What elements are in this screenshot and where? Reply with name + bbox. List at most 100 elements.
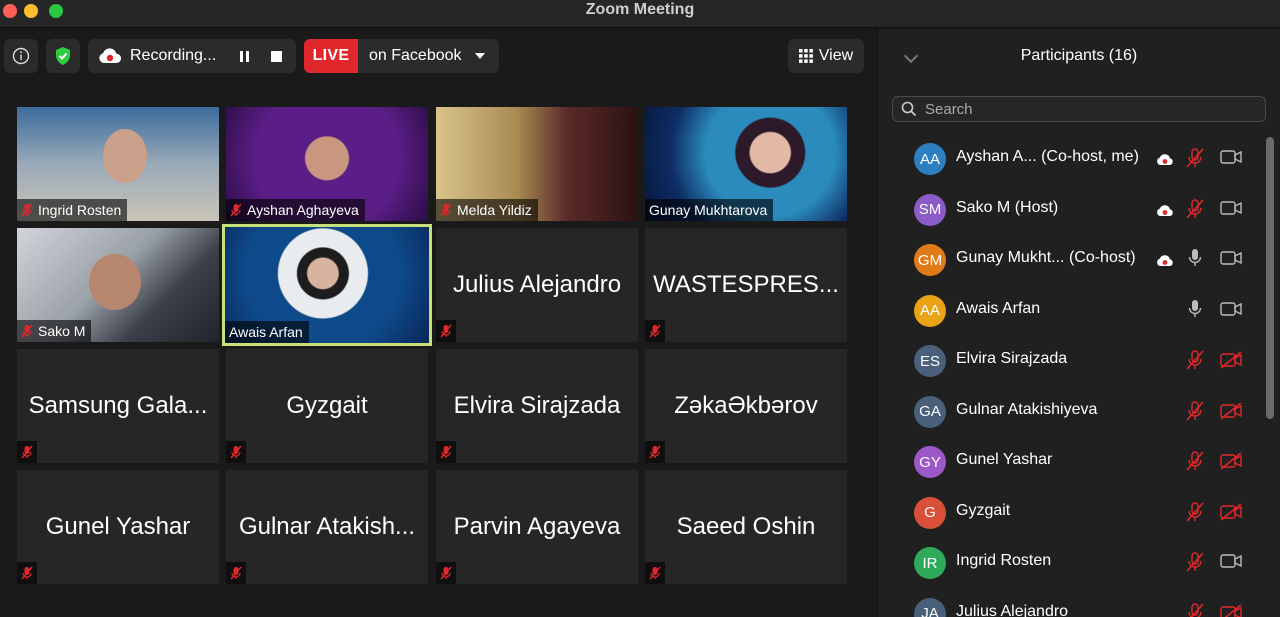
participant-row[interactable]: ES Elvira Sirajzada: [878, 335, 1263, 385]
participant-name: Gunel Yashar: [45, 513, 191, 540]
tile-name-label: Melda Yildiz: [436, 199, 538, 221]
name-tile[interactable]: Julius Alejandro: [436, 228, 638, 342]
participant-row[interactable]: G Gyzgait: [878, 487, 1263, 537]
avatar: AA: [914, 294, 946, 327]
meeting-area: Recording... LIVE on Facebook View Ingri…: [0, 29, 876, 617]
mic-muted-icon: [17, 562, 37, 584]
chevron-down-icon[interactable]: [474, 53, 485, 59]
cloud-recording-icon: [1156, 153, 1174, 171]
mic-muted-icon[interactable]: [1184, 400, 1206, 427]
participant-row[interactable]: SM Sako M (Host): [878, 184, 1263, 234]
name-tile[interactable]: WASTESPRES...: [645, 228, 847, 342]
grid-view-icon: [798, 49, 813, 63]
mic-muted-icon: [436, 441, 456, 463]
participant-name: Elvira Sirajzada: [453, 392, 621, 419]
participant-name: Gunay Mukht... (Co-host): [956, 249, 1136, 266]
camera-icon[interactable]: [1220, 553, 1242, 574]
avatar: GM: [914, 244, 946, 276]
camera-off-icon[interactable]: [1220, 401, 1244, 425]
view-label: View: [818, 47, 854, 64]
participant-name: Samsung Gala...: [28, 392, 208, 419]
search-input[interactable]: [925, 100, 1245, 118]
participant-name: Gulnar Atakishiyeva: [956, 400, 1098, 418]
camera-off-icon[interactable]: [1220, 603, 1244, 617]
camera-off-icon[interactable]: [1220, 351, 1244, 374]
camera-off-icon[interactable]: [1220, 502, 1244, 526]
name-tile[interactable]: Saeed Oshin: [645, 470, 847, 584]
live-stream-indicator[interactable]: LIVE on Facebook: [304, 39, 499, 73]
tile-name-label: Gunay Mukhtarova: [645, 199, 774, 221]
mic-muted-icon[interactable]: [1184, 147, 1206, 174]
recording-indicator[interactable]: Recording...: [88, 39, 296, 73]
live-target-label: on Facebook: [369, 47, 462, 64]
participant-row[interactable]: AA Awais Arfan: [878, 285, 1263, 335]
name-tile[interactable]: Parvin Agayeva: [436, 470, 638, 584]
camera-icon[interactable]: [1220, 149, 1242, 170]
mic-icon[interactable]: [1188, 248, 1202, 273]
name-tile[interactable]: Gulnar Atakish...: [226, 470, 428, 584]
camera-icon[interactable]: [1220, 301, 1242, 322]
title-bar: Zoom Meeting: [0, 0, 1280, 28]
mic-muted-icon[interactable]: [1184, 450, 1206, 477]
participant-name: Ayshan A... (Co-host, me): [956, 148, 1139, 165]
mic-muted-icon: [645, 441, 665, 463]
video-tile[interactable]: Ingrid Rosten: [17, 107, 219, 221]
avatar: ES: [914, 345, 946, 377]
mic-muted-icon: [440, 203, 452, 217]
mic-muted-icon: [436, 562, 456, 584]
video-tile[interactable]: Ayshan Aghayeva: [226, 107, 428, 221]
participant-name: Awais Arfan: [956, 299, 1041, 317]
participant-list-scrollbar[interactable]: [1266, 137, 1274, 419]
name-tile[interactable]: ZəkaƏkbərov: [645, 349, 847, 463]
mic-muted-icon: [436, 320, 456, 342]
participant-row[interactable]: GM Gunay Mukht... (Co-host): [878, 234, 1263, 284]
participant-search[interactable]: [892, 96, 1266, 122]
pause-recording-button[interactable]: [240, 50, 249, 62]
participant-name: Ingrid Rosten: [956, 552, 1052, 569]
meeting-info-button[interactable]: [4, 39, 38, 73]
avatar: GY: [914, 446, 946, 478]
mic-muted-icon: [21, 203, 33, 217]
view-button[interactable]: View: [788, 39, 864, 73]
video-tile[interactable]: Gunay Mukhtarova: [645, 107, 847, 221]
info-icon: [12, 47, 30, 65]
video-tile[interactable]: Melda Yildiz: [436, 107, 638, 221]
participants-title: Participants (16): [1020, 47, 1138, 64]
participant-name: Saeed Oshin: [676, 513, 816, 540]
participant-name: Gyzgait: [956, 501, 1011, 519]
name-tile[interactable]: Gunel Yashar: [17, 470, 219, 584]
participants-panel: Participants (16) AA Ayshan A... (Co-host…: [877, 29, 1280, 617]
mic-muted-icon[interactable]: [1184, 198, 1206, 225]
mic-muted-icon[interactable]: [1184, 501, 1206, 528]
camera-icon[interactable]: [1220, 250, 1242, 271]
mic-muted-icon: [645, 562, 665, 584]
mic-muted-icon: [645, 320, 665, 342]
avatar: SM: [914, 193, 946, 226]
mic-muted-icon: [226, 441, 246, 463]
security-button[interactable]: [46, 39, 80, 73]
mic-muted-icon[interactable]: [1184, 551, 1206, 578]
mic-muted-icon[interactable]: [1184, 349, 1206, 376]
mic-icon[interactable]: [1188, 299, 1202, 324]
name-tile[interactable]: Elvira Sirajzada: [436, 349, 638, 463]
camera-off-icon[interactable]: [1220, 452, 1244, 475]
avatar: AA: [914, 143, 946, 175]
stop-recording-button[interactable]: [271, 50, 282, 62]
video-tile[interactable]: Sako M: [17, 228, 219, 342]
active-speaker-tile[interactable]: Awais Arfan: [222, 224, 432, 346]
mic-muted-icon[interactable]: [1184, 602, 1206, 617]
participant-row[interactable]: AA Ayshan A... (Co-host, me): [878, 133, 1263, 183]
name-tile[interactable]: Gyzgait: [226, 349, 428, 463]
avatar: IR: [914, 547, 946, 579]
participant-row[interactable]: GY Gunel Yashar: [878, 436, 1263, 486]
camera-icon[interactable]: [1220, 200, 1242, 221]
name-tile[interactable]: Samsung Gala...: [17, 349, 219, 463]
participant-row[interactable]: IR Ingrid Rosten: [878, 537, 1263, 587]
participant-list: AA Ayshan A... (Co-host, me) SM Sako M (Hos…: [878, 133, 1263, 617]
participant-name: Gyzgait: [286, 392, 368, 419]
participant-row[interactable]: JA Julius Alejandro: [878, 588, 1263, 617]
avatar: GA: [914, 395, 946, 428]
participant-row[interactable]: GA Gulnar Atakishiyeva: [878, 386, 1263, 436]
mic-muted-icon: [226, 562, 246, 584]
shield-icon: [56, 47, 70, 65]
